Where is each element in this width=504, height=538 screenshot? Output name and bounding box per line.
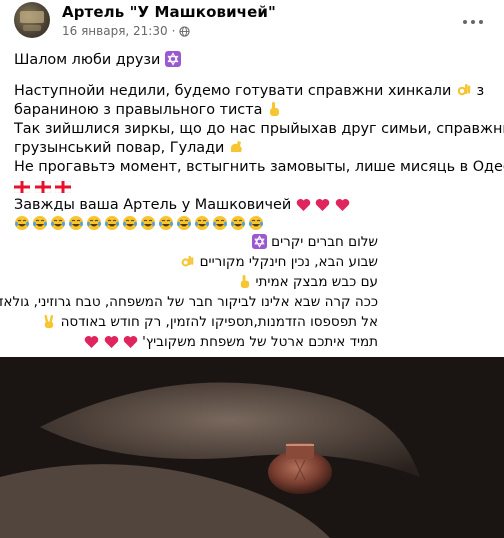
page-avatar[interactable] <box>14 2 50 38</box>
more-horizontal-icon <box>463 20 467 24</box>
heart-icon <box>296 199 311 211</box>
tears-of-joy-emoji-icon <box>249 216 263 230</box>
tears-of-joy-emoji-icon <box>195 216 209 230</box>
tears-of-joy-emoji-icon <box>123 216 137 230</box>
tears-of-joy-emoji-icon <box>177 216 191 230</box>
pointing-up-emoji-icon <box>241 275 250 288</box>
globe-icon[interactable] <box>179 25 191 37</box>
hebrew-text: שלום חברים יקרים שבוע הבא, נכין חינקלי מ… <box>0 232 378 352</box>
hebrew-line-4: ככה קרה שבא אלינו לביקור חבר של המשפחה, … <box>0 294 378 310</box>
tears-of-joy-emoji-icon <box>213 216 227 230</box>
ok-hand-emoji-icon <box>457 84 471 96</box>
tears-of-joy-emoji-icon <box>33 216 47 230</box>
heart-icon <box>123 336 138 348</box>
hebrew-line-2: שבוע הבא, נכין חינקלי מקוריים <box>0 252 378 272</box>
tears-of-joy-emoji-icon <box>51 216 65 230</box>
flexed-biceps-emoji-icon <box>231 141 242 152</box>
text-line-2: бараниною з правыльного тиста <box>14 101 494 120</box>
hebrew-line-3: עם כבש מבצק אמיתי <box>0 272 378 292</box>
tears-of-joy-emoji-icon <box>105 216 119 230</box>
text-line-1: Наступнойи недили, будемо готувати справ… <box>14 83 485 99</box>
greeting-line: Шалом люби друзи <box>14 51 494 70</box>
georgia-flag-icon <box>55 181 72 193</box>
heart-icon <box>335 199 350 211</box>
tears-of-joy-emoji-icon <box>15 216 29 230</box>
ok-hand-emoji-icon <box>181 255 194 267</box>
flags-line <box>14 177 494 196</box>
heart-icon <box>84 336 99 348</box>
post-timestamp[interactable]: 16 января, 21:30 <box>62 24 168 38</box>
post-header: Артель "У Машковичей" 16 января, 21:30 · <box>0 0 504 44</box>
pointing-up-emoji-icon <box>270 102 279 116</box>
heart-icon <box>316 199 330 211</box>
text-line-4: грузынський повар, Гулади <box>14 139 494 158</box>
victory-hand-emoji-icon <box>44 314 54 329</box>
post-meta: 16 января, 21:30 · <box>62 24 191 38</box>
tears-of-joy-emoji-icon <box>69 216 83 230</box>
georgia-flag-icon <box>14 181 30 193</box>
photo-content <box>0 357 504 538</box>
star-of-david-emoji-icon <box>164 51 181 67</box>
tears-of-joy-emoji-icon <box>87 216 101 230</box>
text-line-5: Не прогавьтэ момент, встыгнить замовыты,… <box>14 159 504 175</box>
post-text: Шалом люби друзи Наступнойи недили, буде… <box>14 51 504 234</box>
tears-of-joy-emoji-icon <box>141 216 155 230</box>
star-of-david-emoji-icon <box>251 234 267 249</box>
meta-separator: · <box>171 24 176 38</box>
text-line-3: Так зийшлися зиркы, що до нас прыйыхав д… <box>14 121 504 137</box>
heart-icon <box>104 336 118 348</box>
page-name-link[interactable]: Артель "У Машковичей" <box>62 3 276 21</box>
more-options-button[interactable] <box>455 4 491 40</box>
tears-of-joy-emoji-icon <box>231 216 245 230</box>
georgia-flag-icon <box>34 181 51 193</box>
tears-of-joy-emoji-icon <box>159 216 173 230</box>
post-photo[interactable] <box>0 357 504 538</box>
text-line-6: Завжды ваша Артель у Машковичей <box>14 196 494 215</box>
hebrew-line-1: שלום חברים יקרים <box>0 232 378 252</box>
hebrew-line-5: אל תפספסו הזדמנות,תספיקו להזמין, רק חודש… <box>0 312 378 332</box>
hebrew-line-6: תמיד איתכם ארטל של משפחת משקוביץ' <box>0 332 378 352</box>
